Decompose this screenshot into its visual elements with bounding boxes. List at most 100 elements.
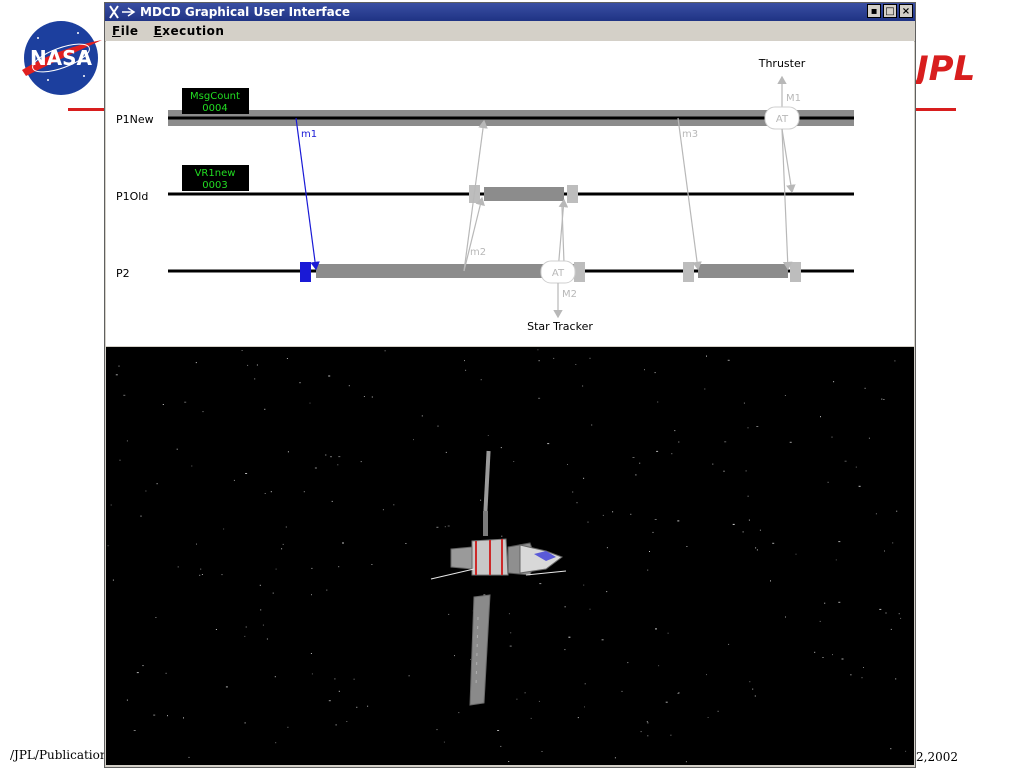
star [311,567,313,569]
star-tracker-label: Star Tracker [527,320,593,333]
star [640,731,642,733]
p2-checkpoint [574,262,585,282]
x-window-icon[interactable] [108,4,136,20]
spacecraft-icon[interactable] [430,450,567,706]
star [311,673,313,675]
star [200,568,202,570]
star [678,441,680,443]
star [724,441,727,443]
star [162,404,164,405]
star [755,547,757,549]
star [501,535,503,537]
star [819,620,821,622]
star [671,453,673,455]
star [454,655,455,657]
star [413,439,414,441]
star [272,592,274,594]
message-m3-label: m3 [682,129,698,140]
star [371,564,373,565]
star [707,717,709,718]
star [844,460,847,462]
star [275,568,277,570]
star [331,500,333,502]
star [612,511,614,513]
star [589,357,591,359]
star [814,651,816,653]
jpl-logo: JPL [914,50,975,84]
star [325,454,327,456]
star [177,566,179,568]
star [405,543,407,544]
star [576,502,578,504]
star [303,491,305,493]
star [285,526,287,528]
star [861,677,863,679]
star [447,525,450,527]
star [245,626,247,628]
p2-current-checkpoint[interactable] [300,262,311,282]
star [785,616,786,618]
star [270,491,272,493]
svg-text:MsgCount: MsgCount [190,91,240,102]
message-m2-label: m2 [470,247,486,258]
star [639,462,641,464]
star [587,521,589,523]
spacecraft-3d-view[interactable] [106,347,914,765]
minimize-button[interactable]: ▪ [867,4,881,18]
p2-active-bar [698,264,788,278]
star [567,464,568,465]
star [833,381,835,383]
star [654,372,656,374]
star [500,745,502,747]
star [266,638,268,640]
star [356,706,358,708]
star [337,464,339,466]
star [831,436,833,438]
message-m2-arrow[interactable] [463,196,485,272]
star [260,609,262,611]
menu-file[interactable]: File [112,24,139,38]
star [408,675,410,677]
star [156,483,158,485]
close-button[interactable]: × [899,4,913,18]
star [328,700,331,702]
star [898,613,900,615]
star [732,523,735,525]
star [564,649,566,651]
star [602,514,604,516]
star [717,710,719,712]
star [287,726,289,728]
star [195,362,197,364]
title-bar[interactable]: MDCD Graphical User Interface ▪ □ × [105,3,915,21]
star [115,374,118,376]
star [537,349,539,351]
star [309,402,311,404]
star [123,394,126,396]
star [677,692,679,694]
star [896,510,898,512]
star [881,398,883,400]
star [584,683,586,685]
star [444,526,446,528]
star [233,479,235,481]
star [885,612,887,614]
star [772,542,775,544]
star [749,681,751,683]
star [583,477,585,479]
star [508,761,510,762]
maximize-button[interactable]: □ [883,4,897,18]
menu-execution[interactable]: Execution [154,24,225,38]
star [445,451,447,453]
message-m1-label: m1 [301,129,317,140]
star [437,425,439,427]
star [748,519,750,521]
star [167,715,168,717]
star [747,495,749,497]
star [448,613,450,615]
star [665,701,668,703]
star [591,424,593,426]
star [259,584,261,586]
star [338,566,340,568]
star [480,379,482,381]
svg-text:NASA: NASA [30,46,93,70]
